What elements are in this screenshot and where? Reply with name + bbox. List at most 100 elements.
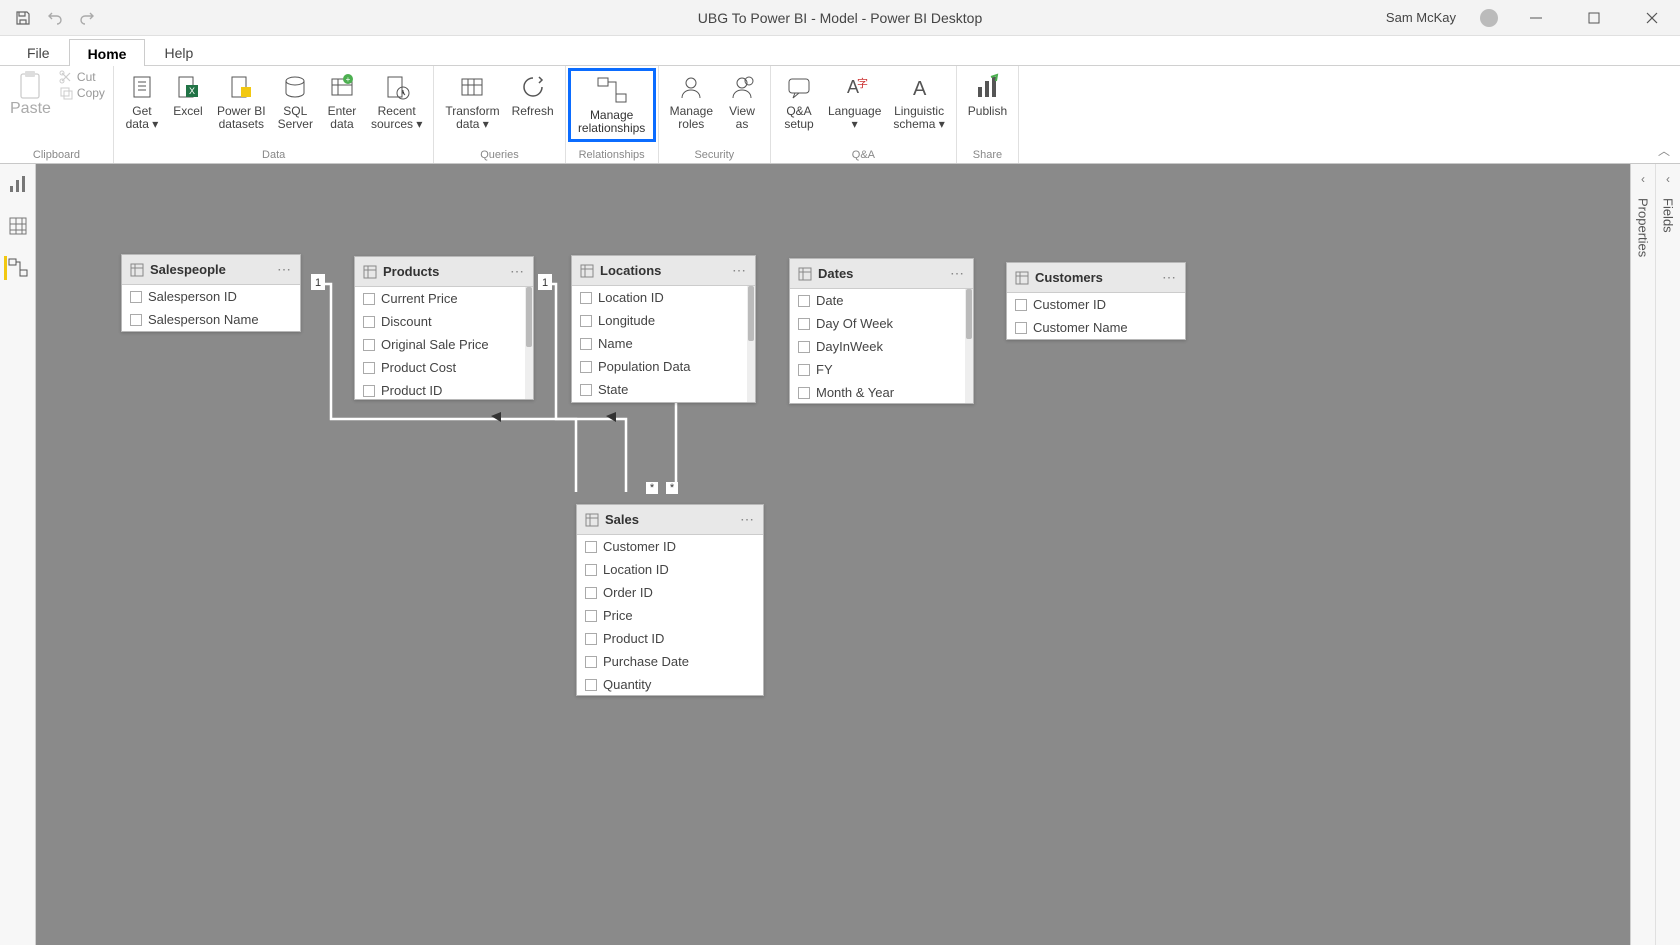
table-menu-icon[interactable]: ⋯ — [277, 261, 292, 278]
field-icon — [585, 633, 597, 645]
field-item[interactable]: State — [572, 378, 755, 401]
chevron-left-icon[interactable]: ‹ — [1666, 164, 1670, 194]
field-item[interactable]: Price — [577, 604, 763, 627]
table-products[interactable]: Products ⋯ Current Price Discount Origin… — [354, 256, 534, 400]
field-item[interactable]: Customer Name — [1007, 316, 1185, 339]
tab-home[interactable]: Home — [69, 39, 146, 66]
get-data-button[interactable]: Get data ▾ — [120, 68, 164, 134]
field-item[interactable]: Longitude — [572, 309, 755, 332]
field-item[interactable]: Quantity — [577, 673, 763, 695]
enter-data-button[interactable]: +Enter data — [320, 68, 364, 134]
field-item[interactable]: Name — [572, 332, 755, 355]
transform-data-button[interactable]: Transform data ▾ — [440, 68, 504, 134]
scrollbar[interactable] — [525, 287, 533, 399]
field-item[interactable]: Month & Year — [790, 381, 973, 403]
field-item[interactable]: Product ID — [355, 379, 533, 399]
field-item[interactable]: Location ID — [572, 286, 755, 309]
field-icon — [580, 315, 592, 327]
field-item[interactable]: Salesperson ID — [122, 285, 300, 308]
table-sales[interactable]: Sales ⋯ Customer ID Location ID Order ID… — [576, 504, 764, 696]
field-icon — [1015, 322, 1027, 334]
data-view-icon[interactable] — [6, 214, 30, 238]
report-view-icon[interactable] — [6, 172, 30, 196]
field-item[interactable]: Location ID — [577, 558, 763, 581]
table-dates[interactable]: Dates ⋯ Date Day Of Week DayInWeek FY Mo… — [789, 258, 974, 404]
recent-sources-button[interactable]: Recent sources ▾ — [366, 68, 427, 134]
table-header[interactable]: Customers ⋯ — [1007, 263, 1185, 293]
group-label-relationships: Relationships — [566, 149, 658, 163]
field-item[interactable]: Customer ID — [577, 535, 763, 558]
field-icon — [363, 293, 375, 305]
scrollbar[interactable] — [747, 286, 755, 402]
field-item[interactable]: FY — [790, 358, 973, 381]
properties-pane[interactable]: ‹ Properties — [1631, 164, 1655, 945]
field-item[interactable]: Customer ID — [1007, 293, 1185, 316]
field-item[interactable]: Salesperson Name — [122, 308, 300, 331]
model-view-icon[interactable] — [4, 256, 28, 280]
table-menu-icon[interactable]: ⋯ — [732, 262, 747, 279]
excel-button[interactable]: XExcel — [166, 68, 210, 121]
pbi-datasets-button[interactable]: Power BI datasets — [212, 68, 271, 134]
field-item[interactable]: DayInWeek — [790, 335, 973, 358]
field-item[interactable]: Product ID — [577, 627, 763, 650]
user-avatar-icon[interactable] — [1480, 9, 1498, 27]
field-item[interactable]: Population Data — [572, 355, 755, 378]
user-name[interactable]: Sam McKay — [1386, 10, 1456, 25]
linguistic-schema-button[interactable]: ALinguistic schema ▾ — [888, 68, 949, 134]
tab-file[interactable]: File — [8, 38, 69, 65]
view-as-button[interactable]: View as — [720, 68, 764, 134]
table-menu-icon[interactable]: ⋯ — [740, 511, 755, 528]
table-header[interactable]: Products ⋯ — [355, 257, 533, 287]
model-canvas[interactable]: 1 1 * * Salespeople ⋯ Salesperson ID Sal… — [36, 164, 1630, 945]
svg-text:1: 1 — [315, 277, 321, 289]
manage-roles-button[interactable]: Manage roles — [665, 68, 718, 134]
field-item[interactable]: Original Sale Price — [355, 333, 533, 356]
ribbon: Paste Cut Copy Clipboard Get data ▾ XExc… — [0, 66, 1680, 164]
qa-setup-button[interactable]: Q&A setup — [777, 68, 821, 134]
table-header[interactable]: Sales ⋯ — [577, 505, 763, 535]
fields-pane[interactable]: ‹ Fields — [1655, 164, 1680, 945]
sql-server-button[interactable]: SQL Server — [273, 68, 318, 134]
ribbon-group-share: Publish Share — [957, 66, 1019, 163]
cut-button: Cut — [59, 70, 105, 84]
table-menu-icon[interactable]: ⋯ — [510, 263, 525, 280]
table-icon — [798, 267, 812, 281]
save-icon[interactable] — [14, 9, 32, 27]
table-menu-icon[interactable]: ⋯ — [950, 265, 965, 282]
chevron-left-icon[interactable]: ‹ — [1641, 164, 1645, 194]
svg-text:X: X — [189, 86, 195, 96]
table-salespeople[interactable]: Salespeople ⋯ Salesperson ID Salesperson… — [121, 254, 301, 332]
copy-label: Copy — [77, 86, 105, 100]
table-header[interactable]: Salespeople ⋯ — [122, 255, 300, 285]
publish-button[interactable]: Publish — [963, 68, 1012, 121]
table-customers[interactable]: Customers ⋯ Customer ID Customer Name — [1006, 262, 1186, 340]
ribbon-group-data: Get data ▾ XExcel Power BI datasets SQL … — [114, 66, 434, 163]
group-label-qa: Q&A — [777, 149, 950, 163]
language-button[interactable]: A字Language▾ — [823, 68, 886, 134]
svg-text:A: A — [913, 78, 927, 100]
undo-icon[interactable] — [46, 9, 64, 27]
field-icon — [585, 610, 597, 622]
field-item[interactable]: Current Price — [355, 287, 533, 310]
refresh-button[interactable]: Refresh — [507, 68, 559, 121]
scrollbar[interactable] — [965, 289, 973, 403]
table-menu-icon[interactable]: ⋯ — [1162, 269, 1177, 286]
close-button[interactable] — [1632, 0, 1672, 36]
manage-relationships-button[interactable]: Manage relationships — [568, 68, 656, 142]
field-item[interactable]: Order ID — [577, 581, 763, 604]
table-header[interactable]: Dates ⋯ — [790, 259, 973, 289]
field-item[interactable]: Day Of Week — [790, 312, 973, 335]
maximize-button[interactable] — [1574, 0, 1614, 36]
redo-icon[interactable] — [78, 9, 96, 27]
minimize-button[interactable] — [1516, 0, 1556, 36]
tab-help[interactable]: Help — [145, 38, 212, 65]
table-locations[interactable]: Locations ⋯ Location ID Longitude Name P… — [571, 255, 756, 403]
field-item[interactable]: State Code — [572, 401, 755, 402]
field-icon — [580, 361, 592, 373]
field-item[interactable]: Date — [790, 289, 973, 312]
field-item[interactable]: Discount — [355, 310, 533, 333]
collapse-ribbon-icon[interactable]: ︿ — [1658, 142, 1670, 159]
table-header[interactable]: Locations ⋯ — [572, 256, 755, 286]
field-item[interactable]: Product Cost — [355, 356, 533, 379]
field-item[interactable]: Purchase Date — [577, 650, 763, 673]
